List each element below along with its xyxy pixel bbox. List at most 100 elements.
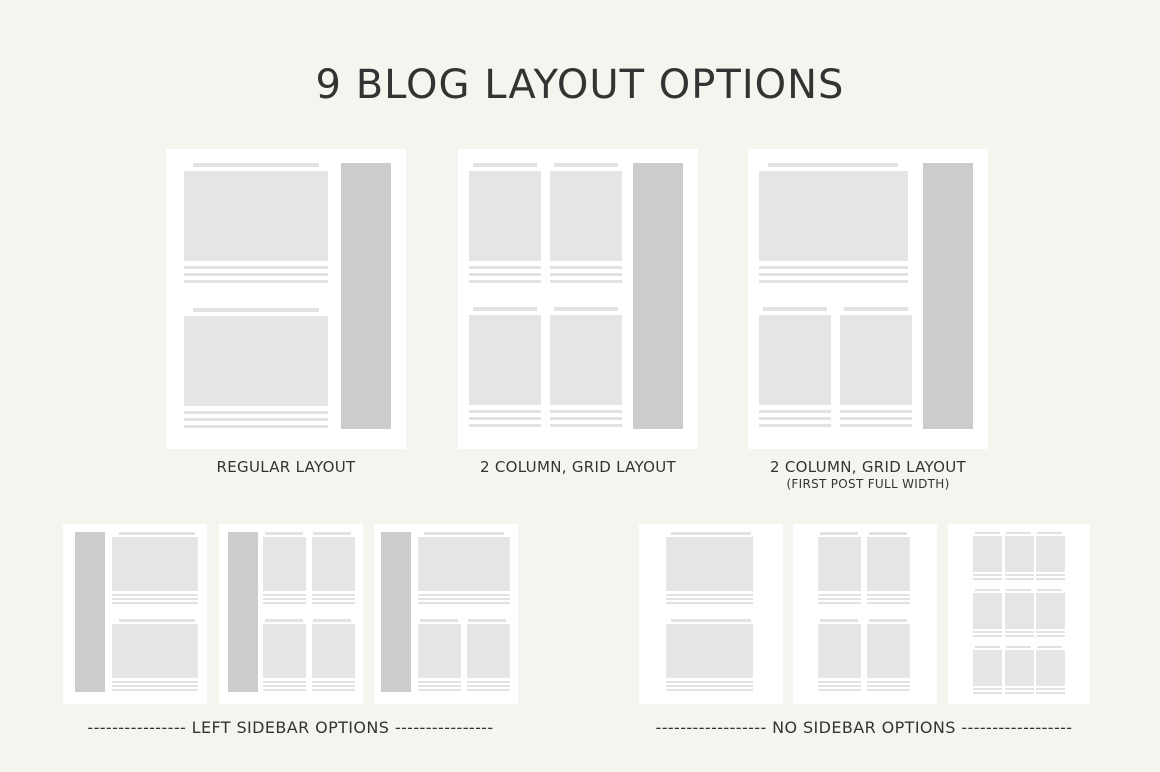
post-image [263,624,306,678]
no-sidebar-three-column-thumbnail[interactable] [948,524,1090,704]
post-text-line [467,681,510,683]
post-image [184,171,328,261]
post-text-line [312,598,355,600]
post-text-line [312,594,355,596]
two-column-grid-label: 2 COLUMN, GRID LAYOUT [479,458,677,476]
post-title-line [1037,589,1062,591]
post-image [112,537,198,591]
left-sidebar-grid-first-full-thumbnail[interactable] [374,524,518,704]
no-sidebar-grid-thumbnail[interactable] [793,524,937,704]
post-title-line [975,589,1000,591]
post-title-line [554,307,618,311]
post-text-line [1005,631,1034,633]
post-text-line [759,266,908,269]
post-title-line [424,532,504,535]
post-text-line [418,602,510,604]
post-title-line [820,619,858,622]
post-text-line [818,598,861,600]
post-text-line [112,598,198,600]
post-image [312,624,355,678]
post-title-line [869,619,907,622]
post-text-line [840,424,912,427]
post-text-line [759,417,831,420]
left-sidebar-regular-thumbnail[interactable] [63,524,207,704]
post-text-line [973,635,1002,637]
post-text-line [263,681,306,683]
post-image [818,537,861,591]
post-image [666,624,753,678]
post-title-line [975,646,1000,648]
post-text-line [759,280,908,283]
post-text-line [550,280,622,283]
post-title-line [763,307,827,311]
post-image [418,624,461,678]
post-text-line [184,266,328,269]
post-image [1005,593,1034,629]
post-image [112,624,198,678]
post-text-line [263,598,306,600]
post-text-line [312,681,355,683]
post-image [973,536,1002,572]
post-text-line [263,689,306,691]
post-title-line [119,532,195,535]
sidebar-block [228,532,258,692]
post-title-line [1037,646,1062,648]
post-text-line [759,273,908,276]
post-image [1036,593,1065,629]
post-text-line [840,410,912,413]
post-image [867,624,910,678]
post-text-line [867,681,910,683]
post-text-line [1005,635,1034,637]
post-text-line [184,280,328,283]
left-sidebar-grid-thumbnail[interactable] [219,524,363,704]
post-image [759,171,908,261]
post-text-line [184,411,328,414]
grid-first-full-thumbnail[interactable] [748,149,988,449]
left-sidebar-options-caption: ---------------- LEFT SIDEBAR OPTIONS --… [87,718,494,737]
post-title-line [420,619,458,622]
sidebar-block [381,532,411,692]
post-title-line [768,163,898,167]
two-column-grid-thumbnail[interactable] [458,149,698,449]
post-title-line [869,532,907,535]
post-text-line [469,266,541,269]
post-text-line [1005,574,1034,576]
post-text-line [112,594,198,596]
post-text-line [1036,631,1065,633]
post-image [1036,536,1065,572]
post-text-line [666,689,753,691]
grid-first-full-sublabel: (FIRST POST FULL WIDTH) [786,477,950,491]
post-text-line [467,689,510,691]
post-text-line [467,685,510,687]
post-text-line [666,685,753,687]
post-text-line [469,410,541,413]
post-text-line [112,681,198,683]
post-text-line [867,598,910,600]
post-text-line [1036,574,1065,576]
no-sidebar-regular-thumbnail[interactable] [639,524,783,704]
post-image [1005,536,1034,572]
post-text-line [867,602,910,604]
post-text-line [184,418,328,421]
post-title-line [1006,646,1031,648]
post-image [840,315,912,405]
post-text-line [112,689,198,691]
post-text-line [1005,692,1034,694]
post-text-line [840,417,912,420]
post-title-line [473,307,537,311]
post-text-line [867,689,910,691]
post-text-line [1036,578,1065,580]
post-image [759,315,831,405]
post-text-line [1036,692,1065,694]
post-text-line [818,689,861,691]
post-text-line [666,681,753,683]
post-text-line [418,598,510,600]
regular-layout-thumbnail[interactable] [166,149,406,449]
post-image [666,537,753,591]
post-text-line [867,685,910,687]
post-text-line [818,685,861,687]
post-text-line [1005,578,1034,580]
post-title-line [1006,532,1031,534]
post-title-line [193,163,319,167]
post-text-line [1036,635,1065,637]
